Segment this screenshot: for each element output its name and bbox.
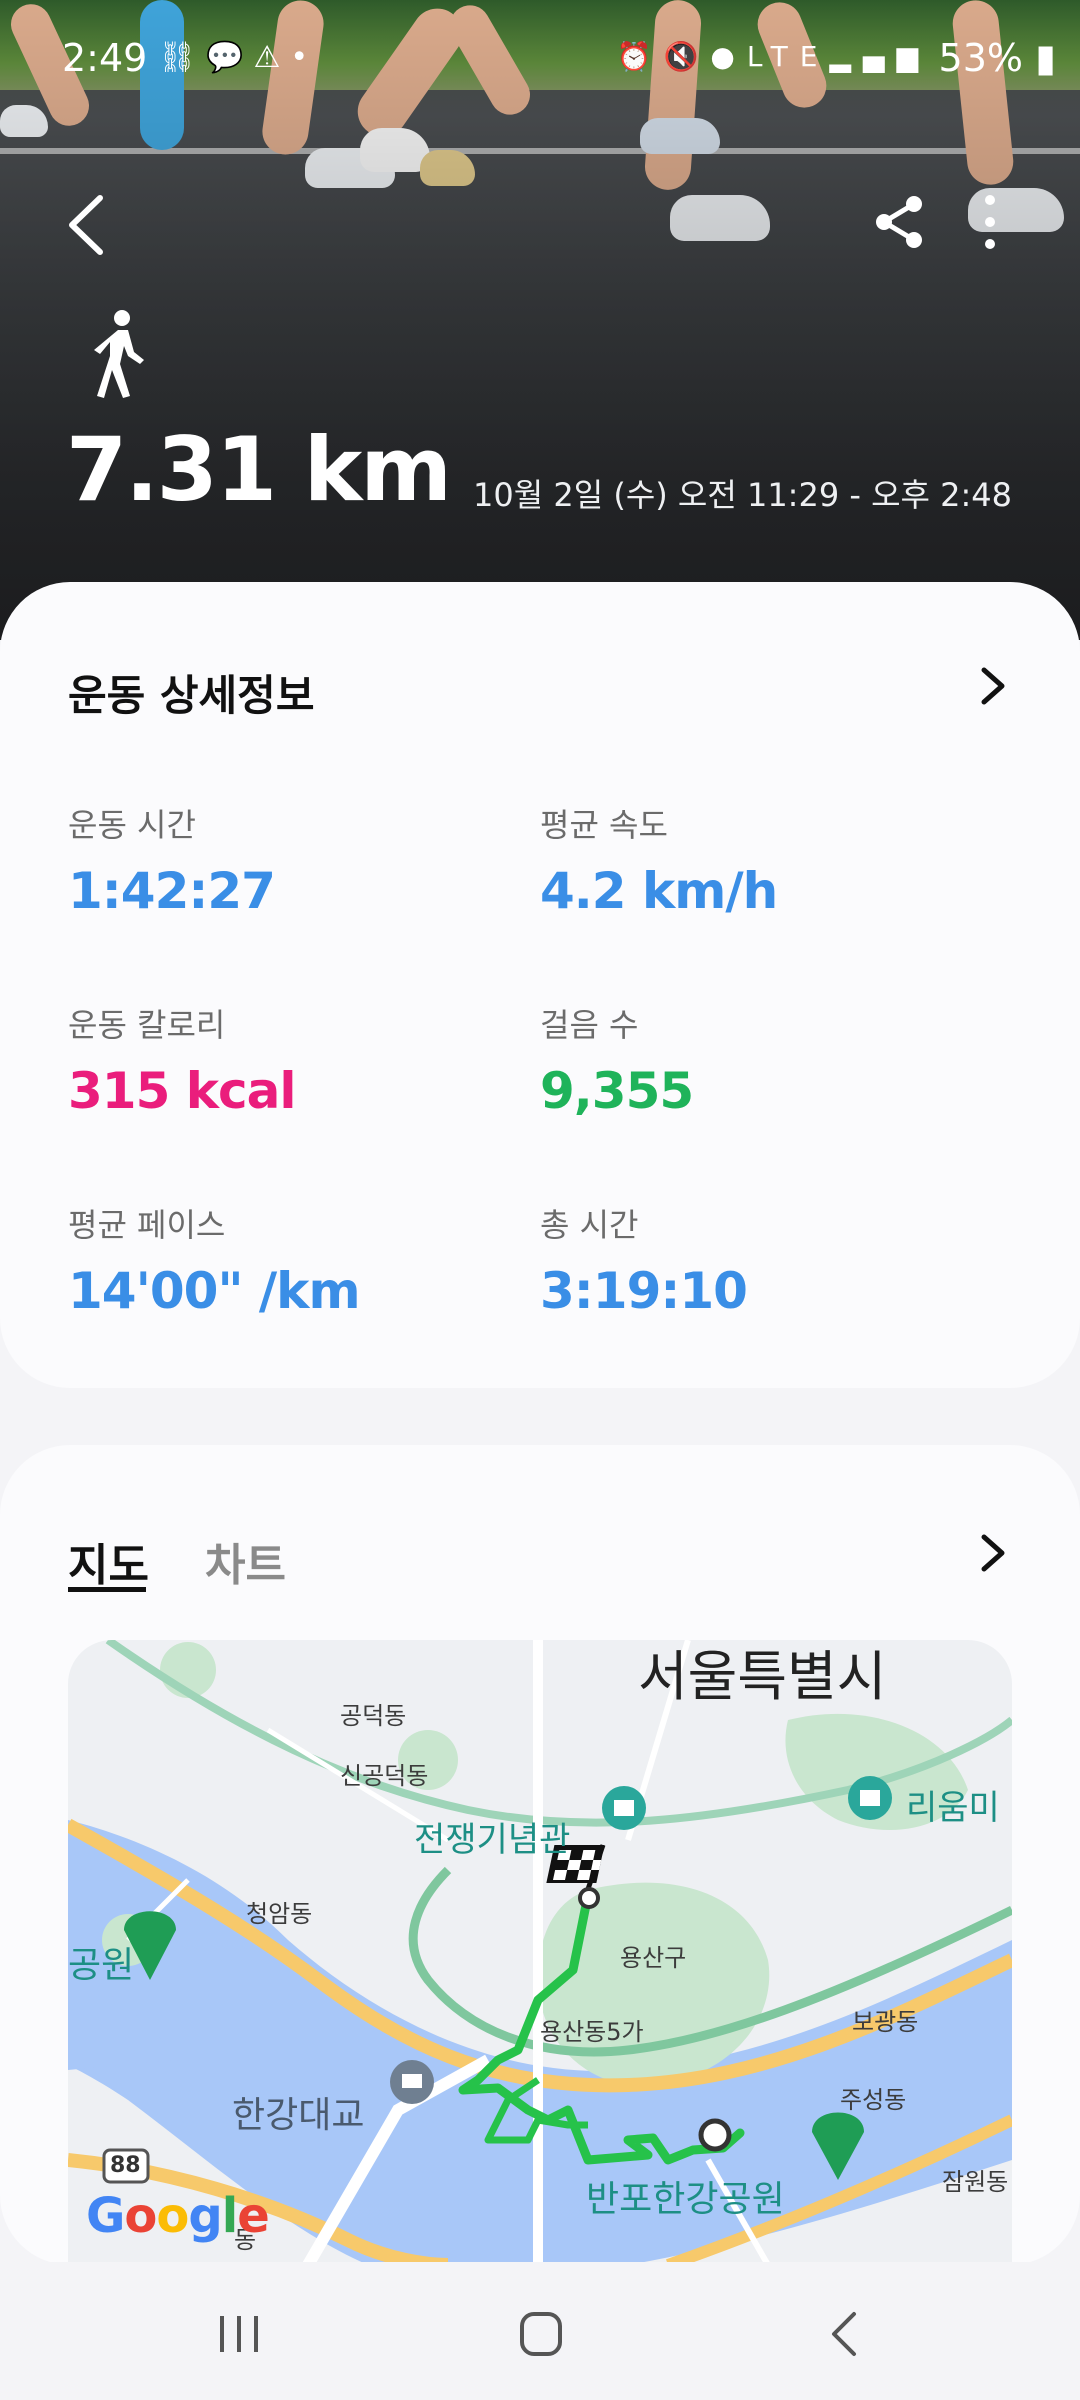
workout-detail-screen: 2:49 ⛓💬⚠• ⏰🔇●LTE▂▄▆ 53% ▮ 7.31 km 10월 2일… [0,0,1080,2400]
tab-map[interactable]: 지도 [68,1529,149,1593]
signal-icon: ▂▄▆ [829,40,930,73]
status-time: 2:49 [62,36,148,80]
map-label-jusung: 주성동 [840,2086,907,2114]
map-label-leeum: 리움미 [906,1788,1000,1828]
map-label-war-memorial: 전쟁기념관 [414,1820,571,1860]
stat-total-time: 총 시간 3:19:10 [540,1200,748,1320]
tab-chart[interactable]: 차트 [205,1529,286,1593]
stat-exercise-time: 운동 시간 1:42:27 [68,800,276,920]
map-label-cheongam: 청암동 [246,1900,313,1928]
map-label-jamwon: 잠원동 [942,2168,1009,2196]
location-icon: ● [710,40,747,73]
stat-label: 걸음 수 [540,1006,639,1044]
stat-value: 14'00" /km [68,1262,361,1320]
map-route-88: 88 [110,2153,141,2178]
stat-avg-pace: 평균 페이스 14'00" /km [68,1200,361,1320]
stat-value: 9,355 [540,1062,694,1120]
stat-value: 4.2 km/h [540,862,778,920]
walking-icon [94,310,144,398]
map-label-yongsan5ga: 용산동5가 [540,2018,644,2046]
back-icon[interactable] [60,190,120,260]
dot-icon: • [290,40,319,75]
back-nav-icon[interactable] [820,2306,870,2362]
map-canvas [68,1640,1012,2265]
stat-value: 3:19:10 [540,1262,748,1320]
map-label-hangang-bridge: 한강대교 [232,2095,365,2136]
stat-calories: 운동 칼로리 315 kcal [68,1000,297,1120]
map-label-park-left: 공원 [68,1945,135,1986]
status-left-icons: ⛓💬⚠• [158,40,318,75]
warning-icon: ⚠ [253,40,291,75]
stat-steps: 걸음 수 9,355 [540,1000,694,1120]
stat-label: 운동 시간 [68,806,196,844]
route-map[interactable]: 서울특별시 공덕동 신공덕동 전쟁기념관 리움미 청암동 용산구 용산동5가 보… [68,1640,1012,2265]
stat-avg-speed: 평균 속도 4.2 km/h [540,800,778,920]
chevron-right-icon[interactable] [974,664,1010,708]
status-right-icons: ⏰🔇●LTE▂▄▆ [617,40,930,73]
workout-datetime: 10월 2일 (수) 오전 11:29 - 오후 2:48 [473,476,1012,514]
system-navigation-bar [0,2262,1080,2400]
recent-apps-icon[interactable] [214,2306,264,2362]
share-icon[interactable] [870,190,930,254]
details-title: 운동 상세정보 [68,671,315,720]
mute-icon: 🔇 [663,40,711,73]
lte-icon: LTE [746,40,830,73]
link-icon: ⛓ [158,40,207,75]
more-options-icon[interactable] [970,190,1010,254]
stat-label: 총 시간 [540,1206,639,1244]
map-card: 지도 차트 서울특별시 공덕동 신공덕동 전쟁기념관 리움미 청암동 용산구 용… [0,1445,1080,2265]
chevron-right-icon[interactable] [974,1531,1010,1575]
map-label-yongsan-gu: 용산구 [620,1944,687,1972]
total-distance: 7.31 km [66,418,452,521]
map-label-gongdeok: 공덕동 [340,1702,407,1730]
map-label-banpo: 반포한강공원 [586,2179,785,2220]
map-label-bogwang: 보광동 [852,2008,919,2036]
hero-photo: 2:49 ⛓💬⚠• ⏰🔇●LTE▂▄▆ 53% ▮ 7.31 km 10월 2일… [0,0,1080,640]
google-logo: Google [86,2188,270,2244]
battery-level: 53% ▮ [938,36,1056,80]
alarm-icon: ⏰ [616,40,664,73]
talk-icon: 💬 [206,40,254,75]
stat-label: 평균 속도 [540,806,668,844]
map-label-seoul: 서울특별시 [638,1645,887,1708]
tab-selected-indicator [68,1587,146,1592]
exercise-details-card: 운동 상세정보 운동 시간 1:42:27 평균 속도 4.2 km/h 운동 … [0,582,1080,1388]
stat-value: 1:42:27 [68,862,276,920]
home-icon[interactable] [516,2306,566,2362]
map-label-sinseol: 신공덕동 [340,1762,429,1790]
stat-label: 평균 페이스 [68,1206,226,1244]
hero-shade [0,0,1080,640]
status-bar: 2:49 ⛓💬⚠• ⏰🔇●LTE▂▄▆ 53% ▮ [0,30,1080,90]
stat-value: 315 kcal [68,1062,297,1120]
stat-label: 운동 칼로리 [68,1006,226,1044]
